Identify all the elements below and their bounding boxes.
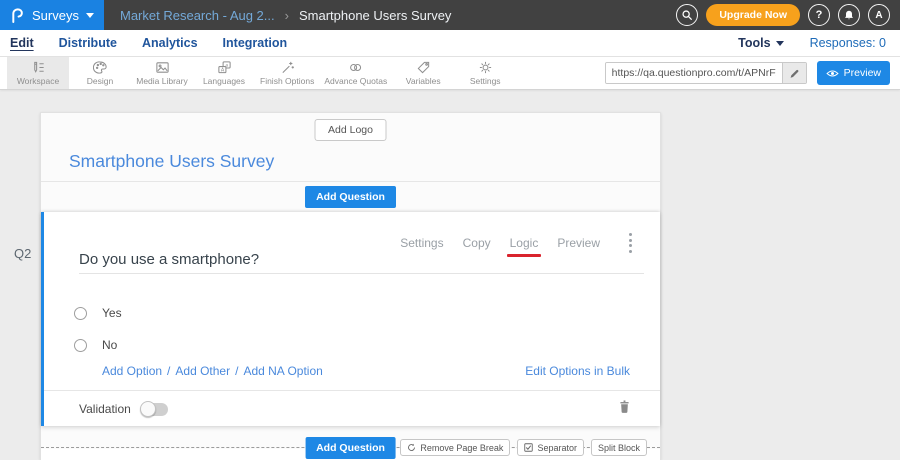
svg-text:a: a [225, 62, 228, 67]
notifications-button[interactable] [838, 4, 860, 26]
pencil-icon [789, 68, 800, 79]
question-action-logic[interactable]: Logic [510, 236, 539, 250]
tab-analytics[interactable]: Analytics [142, 36, 198, 50]
radio-button-icon[interactable] [74, 339, 87, 352]
survey-page-card: Add Logo Smartphone Users Survey Add Que… [40, 112, 661, 460]
toolbar-item-advance-quotas[interactable]: Advance Quotas [319, 57, 392, 89]
validation-row: Validation [79, 402, 168, 416]
more-options-icon[interactable] [627, 231, 634, 255]
breadcrumb-separator-icon: › [285, 8, 289, 23]
media-image-icon [155, 60, 170, 75]
survey-header-section: Add Logo Smartphone Users Survey [41, 113, 660, 182]
toggle-knob [140, 401, 156, 417]
add-question-row-top: Add Question [41, 182, 660, 212]
tab-distribute[interactable]: Distribute [59, 36, 117, 50]
question-text-underline [79, 273, 644, 274]
breadcrumb-survey: Smartphone Users Survey [299, 8, 451, 23]
question-action-settings[interactable]: Settings [400, 236, 443, 250]
refresh-icon [407, 443, 416, 452]
settings-gear-icon [478, 60, 493, 75]
quotas-chain-icon [348, 60, 363, 75]
design-palette-icon [93, 60, 108, 75]
split-block-button[interactable]: Split Block [591, 439, 647, 456]
preview-button[interactable]: Preview [817, 61, 890, 85]
chevron-down-icon [776, 41, 784, 46]
responses-count[interactable]: Responses: 0 [810, 36, 886, 50]
add-other-link[interactable]: Add Other [175, 364, 230, 378]
tools-menu-label: Tools [738, 36, 770, 50]
toolbar-item-languages[interactable]: Aa Languages [193, 57, 255, 89]
languages-translate-icon: Aa [217, 60, 232, 75]
surveys-menu[interactable]: Surveys [0, 0, 104, 30]
toolbar-item-finish-options[interactable]: Finish Options [255, 57, 319, 89]
workspace-icon [31, 60, 46, 75]
add-na-option-link[interactable]: Add NA Option [243, 364, 322, 378]
toolbar-item-media-library[interactable]: Media Library [131, 57, 193, 89]
surveys-menu-label: Surveys [32, 8, 79, 23]
eye-icon [826, 69, 839, 78]
upgrade-now-button[interactable]: Upgrade Now [706, 4, 800, 26]
search-icon [681, 9, 693, 21]
radio-button-icon[interactable] [74, 307, 87, 320]
finish-wand-icon [280, 60, 295, 75]
toolbar-item-design[interactable]: Design [69, 57, 131, 89]
tools-menu[interactable]: Tools [738, 36, 783, 50]
toolbar-item-settings[interactable]: Settings [454, 57, 516, 89]
search-button[interactable] [676, 4, 698, 26]
question-actions: Settings Copy Logic Preview [400, 231, 634, 255]
main-nav: Edit Distribute Analytics Integration To… [0, 30, 900, 57]
link-separator: / [167, 364, 170, 378]
validation-label: Validation [79, 402, 131, 416]
survey-title[interactable]: Smartphone Users Survey [69, 151, 274, 172]
separator-button[interactable]: Separator [517, 439, 584, 456]
questionpro-survey-editor: Surveys Market Research - Aug 2... › Sma… [0, 0, 900, 460]
question-number-label: Q2 [14, 246, 31, 261]
tab-edit[interactable]: Edit [10, 36, 34, 50]
validation-toggle[interactable] [141, 403, 168, 416]
add-option-link[interactable]: Add Option [102, 364, 162, 378]
bell-icon [843, 9, 855, 22]
add-question-button-bottom[interactable]: Add Question [305, 437, 396, 459]
page-break-controls: Remove Page Break Separator Split Block [400, 439, 647, 456]
edit-options-in-bulk-link[interactable]: Edit Options in Bulk [525, 364, 630, 378]
toolbar-right: Preview [605, 57, 900, 89]
edit-url-button[interactable] [782, 63, 806, 83]
remove-page-break-button[interactable]: Remove Page Break [400, 439, 510, 456]
divider [44, 390, 660, 391]
help-button[interactable]: ? [808, 4, 830, 26]
survey-url-field [605, 62, 807, 84]
questionpro-logo-icon [9, 6, 24, 24]
breadcrumb: Market Research - Aug 2... › Smartphone … [120, 8, 451, 23]
answer-option-yes[interactable]: Yes [74, 306, 122, 320]
toolbar-item-variables[interactable]: Variables [392, 57, 454, 89]
toolbar-item-workspace[interactable]: Workspace [7, 57, 69, 89]
add-logo-button[interactable]: Add Logo [314, 119, 387, 141]
delete-question-button[interactable] [618, 399, 631, 417]
question-action-preview[interactable]: Preview [557, 236, 600, 250]
link-separator: / [235, 364, 238, 378]
chevron-down-icon [86, 13, 94, 18]
question-text[interactable]: Do you use a smartphone? [79, 251, 259, 268]
account-avatar[interactable]: A [868, 4, 890, 26]
add-question-button-top[interactable]: Add Question [305, 186, 396, 208]
survey-url-input[interactable] [606, 63, 782, 83]
answer-option-no[interactable]: No [74, 338, 117, 352]
breadcrumb-project[interactable]: Market Research - Aug 2... [120, 8, 275, 23]
nav-right: Tools Responses: 0 [738, 36, 890, 50]
editor-toolbar: Workspace Design Media Library Aa Langua… [0, 57, 900, 90]
option-links: Add Option / Add Other / Add NA Option [102, 364, 323, 378]
question-action-copy[interactable]: Copy [463, 236, 491, 250]
question-block: Settings Copy Logic Preview Do you use a… [41, 212, 660, 426]
tab-integration[interactable]: Integration [223, 36, 288, 50]
variables-tag-icon [416, 60, 431, 75]
checkbox-checked-icon [524, 443, 533, 452]
trash-icon [618, 399, 631, 414]
top-bar-actions: Upgrade Now ? A [676, 4, 900, 26]
top-bar: Surveys Market Research - Aug 2... › Sma… [0, 0, 900, 30]
